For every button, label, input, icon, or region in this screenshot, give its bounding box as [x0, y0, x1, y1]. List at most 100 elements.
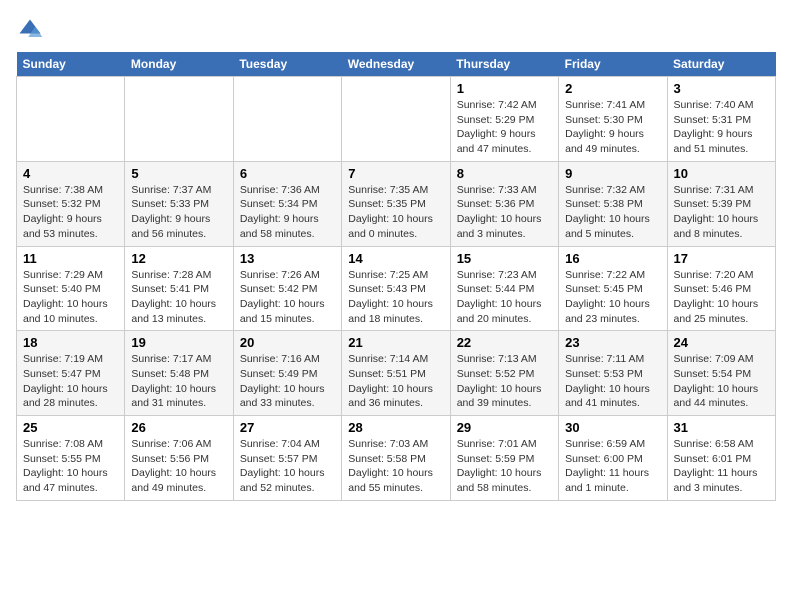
calendar-cell: 15 Sunrise: 7:23 AM Sunset: 5:44 PM Dayli… [450, 246, 558, 331]
day-number: 20 [240, 335, 335, 350]
calendar-cell: 1 Sunrise: 7:42 AM Sunset: 5:29 PM Daylig… [450, 77, 558, 162]
calendar-cell: 31 Sunrise: 6:58 AM Sunset: 6:01 PM Dayli… [667, 416, 775, 501]
day-info: Sunrise: 7:29 AM Sunset: 5:40 PM Dayligh… [23, 268, 118, 327]
calendar-cell [233, 77, 341, 162]
calendar-cell: 9 Sunrise: 7:32 AM Sunset: 5:38 PM Daylig… [559, 161, 667, 246]
day-info: Sunrise: 7:26 AM Sunset: 5:42 PM Dayligh… [240, 268, 335, 327]
day-number: 4 [23, 166, 118, 181]
calendar-cell: 18 Sunrise: 7:19 AM Sunset: 5:47 PM Dayli… [17, 331, 125, 416]
day-number: 10 [674, 166, 769, 181]
day-info: Sunrise: 7:20 AM Sunset: 5:46 PM Dayligh… [674, 268, 769, 327]
weekday-header-monday: Monday [125, 52, 233, 77]
calendar-table: SundayMondayTuesdayWednesdayThursdayFrid… [16, 52, 776, 501]
calendar-cell: 16Sunrise: 7:22 AM Sunset: 5:45 PM Dayli… [559, 246, 667, 331]
calendar-week-row: 4 Sunrise: 7:38 AM Sunset: 5:32 PM Daylig… [17, 161, 776, 246]
calendar-week-row: 11 Sunrise: 7:29 AM Sunset: 5:40 PM Dayli… [17, 246, 776, 331]
weekday-header-friday: Friday [559, 52, 667, 77]
calendar-cell: 11 Sunrise: 7:29 AM Sunset: 5:40 PM Dayli… [17, 246, 125, 331]
day-number: 2 [565, 81, 660, 96]
calendar-week-row: 25 Sunrise: 7:08 AM Sunset: 5:55 PM Dayli… [17, 416, 776, 501]
day-info: Sunrise: 7:13 AM Sunset: 5:52 PM Dayligh… [457, 352, 552, 411]
day-number: 5 [131, 166, 226, 181]
day-info: Sunrise: 7:04 AM Sunset: 5:57 PM Dayligh… [240, 437, 335, 496]
day-number: 7 [348, 166, 443, 181]
day-info: Sunrise: 7:42 AM Sunset: 5:29 PM Dayligh… [457, 98, 552, 157]
calendar-cell: 26 Sunrise: 7:06 AM Sunset: 5:56 PM Dayli… [125, 416, 233, 501]
day-number: 18 [23, 335, 118, 350]
calendar-cell: 13 Sunrise: 7:26 AM Sunset: 5:42 PM Dayli… [233, 246, 341, 331]
weekday-header-tuesday: Tuesday [233, 52, 341, 77]
day-info: Sunrise: 7:01 AM Sunset: 5:59 PM Dayligh… [457, 437, 552, 496]
day-number: 26 [131, 420, 226, 435]
day-number: 14 [348, 251, 443, 266]
day-number: 8 [457, 166, 552, 181]
calendar-cell: 22 Sunrise: 7:13 AM Sunset: 5:52 PM Dayli… [450, 331, 558, 416]
day-number: 12 [131, 251, 226, 266]
day-info: Sunrise: 7:36 AM Sunset: 5:34 PM Dayligh… [240, 183, 335, 242]
day-number: 25 [23, 420, 118, 435]
day-info: Sunrise: 7:23 AM Sunset: 5:44 PM Dayligh… [457, 268, 552, 327]
day-info: Sunrise: 7:33 AM Sunset: 5:36 PM Dayligh… [457, 183, 552, 242]
day-info: Sunrise: 7:11 AM Sunset: 5:53 PM Dayligh… [565, 352, 660, 411]
calendar-cell: 12 Sunrise: 7:28 AM Sunset: 5:41 PM Dayli… [125, 246, 233, 331]
day-info: Sunrise: 6:58 AM Sunset: 6:01 PM Dayligh… [674, 437, 769, 496]
day-number: 28 [348, 420, 443, 435]
weekday-header-thursday: Thursday [450, 52, 558, 77]
day-info: Sunrise: 7:16 AM Sunset: 5:49 PM Dayligh… [240, 352, 335, 411]
day-number: 13 [240, 251, 335, 266]
calendar-cell: 19 Sunrise: 7:17 AM Sunset: 5:48 PM Dayli… [125, 331, 233, 416]
logo [16, 16, 48, 44]
day-info: Sunrise: 7:06 AM Sunset: 5:56 PM Dayligh… [131, 437, 226, 496]
calendar-cell: 21Sunrise: 7:14 AM Sunset: 5:51 PM Dayli… [342, 331, 450, 416]
weekday-header-sunday: Sunday [17, 52, 125, 77]
day-info: Sunrise: 7:35 AM Sunset: 5:35 PM Dayligh… [348, 183, 443, 242]
day-info: Sunrise: 7:17 AM Sunset: 5:48 PM Dayligh… [131, 352, 226, 411]
calendar-week-row: 18 Sunrise: 7:19 AM Sunset: 5:47 PM Dayli… [17, 331, 776, 416]
weekday-header-wednesday: Wednesday [342, 52, 450, 77]
day-info: Sunrise: 7:41 AM Sunset: 5:30 PM Dayligh… [565, 98, 660, 157]
day-info: Sunrise: 7:14 AM Sunset: 5:51 PM Dayligh… [348, 352, 443, 411]
day-info: Sunrise: 6:59 AM Sunset: 6:00 PM Dayligh… [565, 437, 660, 496]
calendar-cell [342, 77, 450, 162]
day-number: 16 [565, 251, 660, 266]
calendar-cell: 25 Sunrise: 7:08 AM Sunset: 5:55 PM Dayli… [17, 416, 125, 501]
day-number: 17 [674, 251, 769, 266]
calendar-week-row: 1 Sunrise: 7:42 AM Sunset: 5:29 PM Daylig… [17, 77, 776, 162]
day-info: Sunrise: 7:32 AM Sunset: 5:38 PM Dayligh… [565, 183, 660, 242]
day-number: 15 [457, 251, 552, 266]
day-number: 6 [240, 166, 335, 181]
calendar-cell: 3 Sunrise: 7:40 AM Sunset: 5:31 PM Daylig… [667, 77, 775, 162]
day-info: Sunrise: 7:28 AM Sunset: 5:41 PM Dayligh… [131, 268, 226, 327]
day-info: Sunrise: 7:19 AM Sunset: 5:47 PM Dayligh… [23, 352, 118, 411]
day-number: 1 [457, 81, 552, 96]
calendar-cell: 23 Sunrise: 7:11 AM Sunset: 5:53 PM Dayli… [559, 331, 667, 416]
day-number: 19 [131, 335, 226, 350]
page-header [16, 16, 776, 44]
calendar-cell: 24Sunrise: 7:09 AM Sunset: 5:54 PM Dayli… [667, 331, 775, 416]
day-info: Sunrise: 7:37 AM Sunset: 5:33 PM Dayligh… [131, 183, 226, 242]
calendar-cell: 28Sunrise: 7:03 AM Sunset: 5:58 PM Dayli… [342, 416, 450, 501]
calendar-cell [125, 77, 233, 162]
day-info: Sunrise: 7:08 AM Sunset: 5:55 PM Dayligh… [23, 437, 118, 496]
day-number: 9 [565, 166, 660, 181]
day-number: 22 [457, 335, 552, 350]
calendar-cell: 14Sunrise: 7:25 AM Sunset: 5:43 PM Dayli… [342, 246, 450, 331]
day-number: 24 [674, 335, 769, 350]
day-info: Sunrise: 7:38 AM Sunset: 5:32 PM Dayligh… [23, 183, 118, 242]
day-number: 11 [23, 251, 118, 266]
calendar-cell [17, 77, 125, 162]
day-number: 23 [565, 335, 660, 350]
calendar-cell: 5 Sunrise: 7:37 AM Sunset: 5:33 PM Daylig… [125, 161, 233, 246]
calendar-cell: 2 Sunrise: 7:41 AM Sunset: 5:30 PM Daylig… [559, 77, 667, 162]
calendar-cell: 29Sunrise: 7:01 AM Sunset: 5:59 PM Dayli… [450, 416, 558, 501]
calendar-cell: 20 Sunrise: 7:16 AM Sunset: 5:49 PM Dayli… [233, 331, 341, 416]
day-info: Sunrise: 7:40 AM Sunset: 5:31 PM Dayligh… [674, 98, 769, 157]
calendar-cell: 6 Sunrise: 7:36 AM Sunset: 5:34 PM Daylig… [233, 161, 341, 246]
calendar-cell: 10Sunrise: 7:31 AM Sunset: 5:39 PM Dayli… [667, 161, 775, 246]
calendar-cell: 4 Sunrise: 7:38 AM Sunset: 5:32 PM Daylig… [17, 161, 125, 246]
day-number: 3 [674, 81, 769, 96]
calendar-cell: 8 Sunrise: 7:33 AM Sunset: 5:36 PM Daylig… [450, 161, 558, 246]
day-number: 31 [674, 420, 769, 435]
calendar-cell: 17 Sunrise: 7:20 AM Sunset: 5:46 PM Dayli… [667, 246, 775, 331]
calendar-cell: 30Sunrise: 6:59 AM Sunset: 6:00 PM Dayli… [559, 416, 667, 501]
